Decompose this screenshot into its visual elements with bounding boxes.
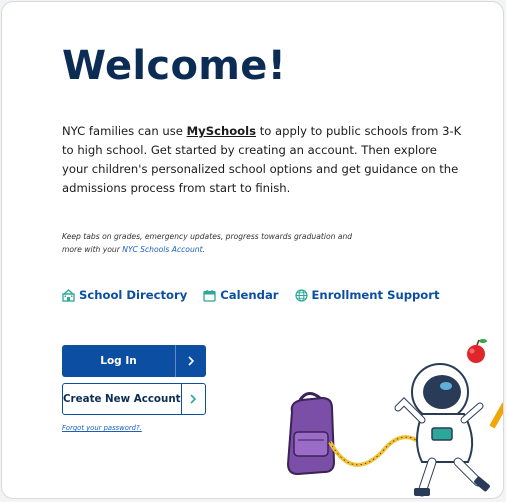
log-in-button[interactable]: Log In [62, 345, 206, 377]
enrollment-support-link[interactable]: Enrollment Support [294, 288, 440, 302]
enrollment-support-label: Enrollment Support [311, 288, 440, 302]
myschools-brand: MySchools [186, 124, 257, 138]
chevron-right-icon [176, 356, 206, 366]
quick-links: School Directory Calendar Enrollment Sup… [62, 288, 440, 302]
apple-icon [467, 339, 487, 363]
astronaut-icon [394, 363, 490, 497]
globe-icon [294, 288, 308, 302]
log-in-label: Log In [100, 355, 137, 367]
backpack-icon [286, 392, 336, 476]
calendar-icon [203, 289, 216, 302]
school-icon [62, 288, 75, 302]
intro-text-start: NYC families can use [62, 124, 187, 138]
school-directory-link[interactable]: School Directory [62, 288, 187, 302]
calendar-link[interactable]: Calendar [203, 288, 279, 302]
astronaut-illustration [286, 339, 503, 497]
account-note-text: Keep tabs on grades, emergency updates, … [62, 232, 353, 254]
calendar-label: Calendar [220, 288, 279, 302]
welcome-card: Welcome! NYC families can use MySchools … [1, 1, 504, 499]
create-account-label: Create New Account [63, 393, 181, 405]
page-title: Welcome! [62, 43, 287, 89]
nyc-schools-account-link[interactable]: NYC Schools Account [122, 245, 202, 254]
chevron-right-icon [181, 394, 205, 404]
intro-paragraph: NYC families can use MySchools to apply … [62, 122, 462, 198]
account-note-end: . [202, 245, 205, 254]
account-note: Keep tabs on grades, emergency updates, … [62, 230, 362, 256]
forgot-password-link[interactable]: Forgot your password?. [62, 424, 142, 432]
create-account-button[interactable]: Create New Account [62, 383, 206, 415]
school-directory-label: School Directory [79, 288, 188, 302]
